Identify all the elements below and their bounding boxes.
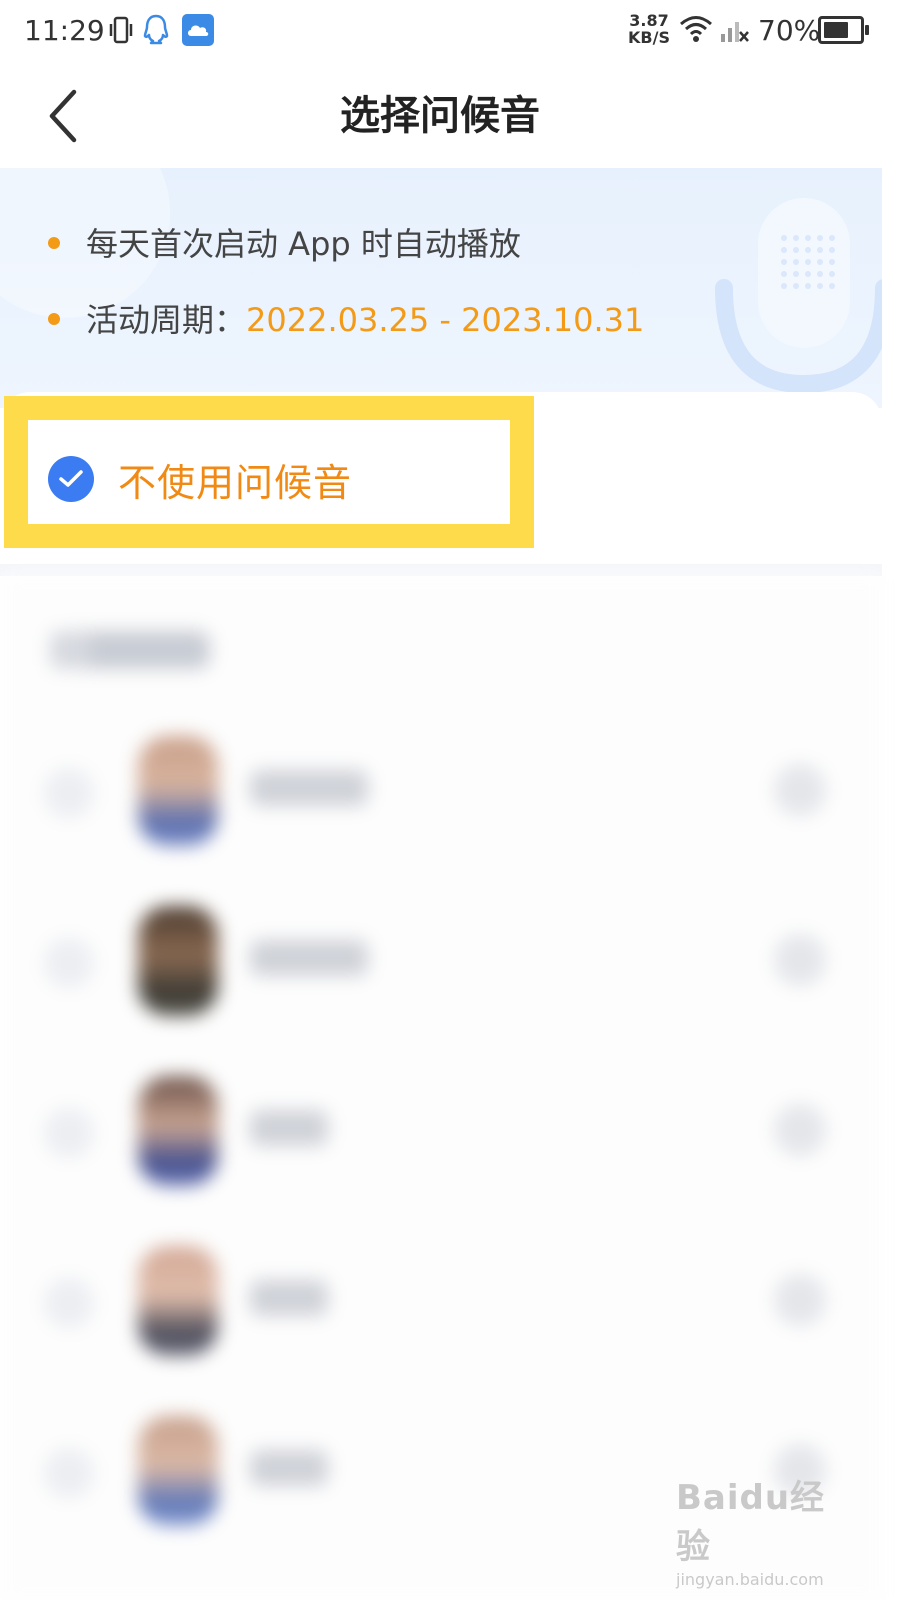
greeting-item[interactable] [0, 1216, 882, 1386]
status-time: 11:29 [24, 14, 105, 47]
greeting-name [250, 1280, 328, 1316]
watermark-url: jingyan.baidu.com [676, 1570, 824, 1589]
status-bar: 11:29 3.87 KB/S 70% [0, 0, 900, 64]
no-greeting-option[interactable]: 不使用问候音 [48, 454, 353, 505]
avatar [138, 1076, 218, 1186]
vibrate-icon [108, 16, 134, 48]
greeting-item[interactable] [0, 1046, 882, 1216]
radio-icon[interactable] [44, 768, 94, 818]
network-speed: 3.87 KB/S [628, 11, 670, 47]
section-divider [0, 564, 882, 576]
play-icon[interactable] [774, 764, 826, 816]
play-icon[interactable] [774, 1274, 826, 1326]
baidu-watermark: Baidu经验 jingyan.baidu.com [676, 1470, 846, 1589]
bullet-icon [48, 313, 60, 325]
info-autoplay: 每天首次启动 App 时自动播放 [48, 224, 521, 264]
no-greeting-label: 不使用问候音 [118, 460, 353, 505]
navigation-bar: 选择问候音 [0, 64, 900, 168]
cloud-app-icon [182, 14, 214, 46]
battery-icon [818, 16, 869, 44]
radio-icon[interactable] [44, 1278, 94, 1328]
wifi-icon [678, 14, 714, 48]
greeting-list [0, 576, 882, 1600]
avatar [138, 1416, 218, 1526]
greeting-name [250, 940, 368, 976]
radio-icon[interactable] [44, 1108, 94, 1158]
greeting-name [250, 1110, 328, 1146]
activity-date-range: 2022.03.25 - 2023.10.31 [246, 301, 645, 339]
screen: 11:29 3.87 KB/S 70% 选择问候音 每天首次启动 App 时自动… [0, 0, 900, 1600]
play-icon[interactable] [774, 1104, 826, 1156]
checked-icon [48, 456, 94, 502]
play-icon[interactable] [774, 934, 826, 986]
signal-icon [720, 16, 750, 48]
page-title: 选择问候音 [340, 93, 540, 139]
info-activity-period: 活动周期：2022.03.25 - 2023.10.31 [48, 300, 644, 340]
section-header [50, 631, 210, 669]
radio-icon[interactable] [44, 1448, 94, 1498]
avatar [138, 736, 218, 846]
greeting-item[interactable] [0, 876, 882, 1046]
battery-level [824, 22, 848, 38]
greeting-name [250, 1450, 328, 1486]
radio-icon[interactable] [44, 938, 94, 988]
avatar [138, 1246, 218, 1356]
info-banner: 每天首次启动 App 时自动播放 活动周期：2022.03.25 - 2023.… [0, 168, 882, 408]
watermark-logo: Baidu经验 [676, 1478, 826, 1567]
greeting-name [250, 770, 368, 806]
battery-percent: 70% [758, 14, 821, 47]
greeting-item[interactable] [0, 706, 882, 876]
qq-icon [142, 14, 170, 50]
microphone-icon [712, 188, 882, 408]
avatar [138, 906, 218, 1016]
bullet-icon [48, 237, 60, 249]
